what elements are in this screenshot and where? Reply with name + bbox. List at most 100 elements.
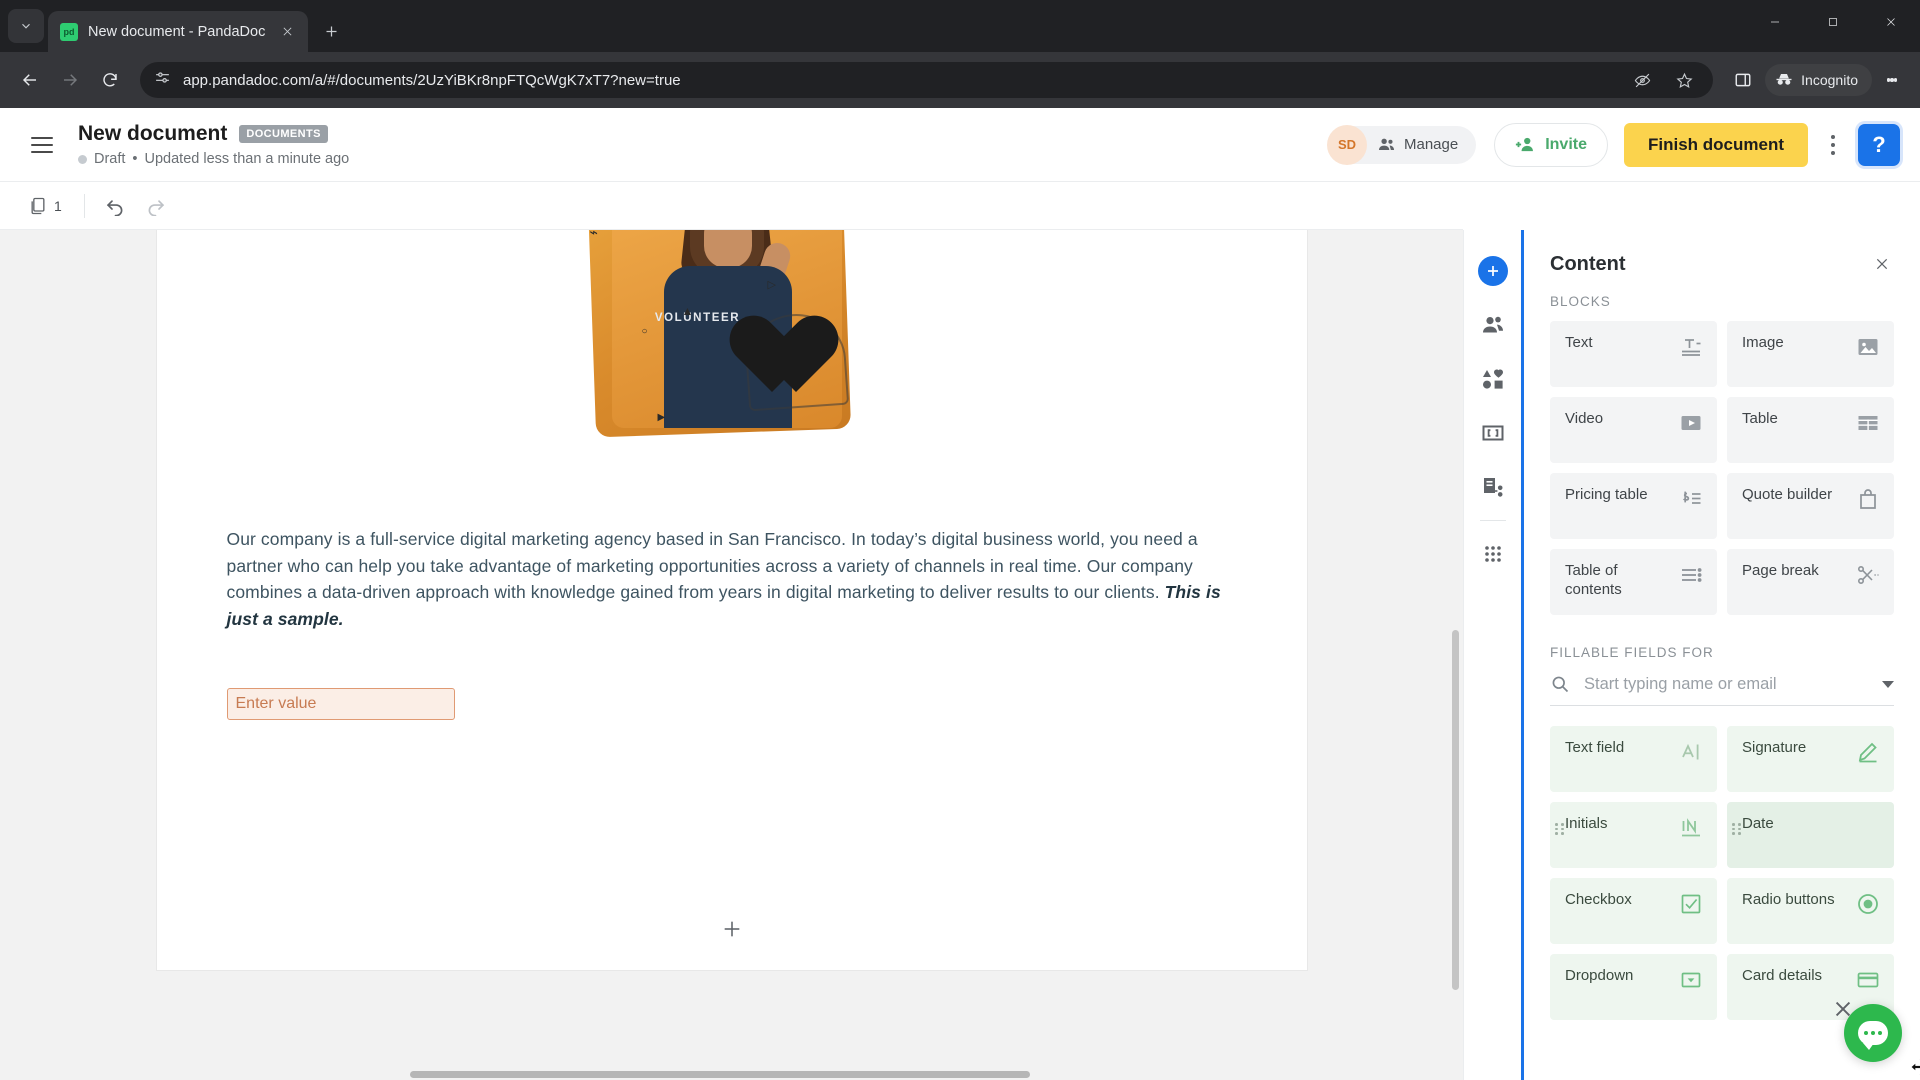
drag-handle-icon[interactable] — [1555, 823, 1564, 835]
reload-button[interactable] — [92, 62, 128, 98]
document-more-menu-button[interactable] — [1816, 123, 1850, 167]
finish-document-button[interactable]: Finish document — [1624, 122, 1808, 167]
field-signature[interactable]: Signature — [1727, 726, 1894, 792]
decor-play-icon: ▲ — [681, 304, 694, 318]
block-label: Text — [1565, 334, 1593, 351]
block-label: Table — [1742, 410, 1778, 427]
minimize-button[interactable] — [1746, 0, 1804, 44]
workflow-icon — [1483, 478, 1502, 497]
horizontal-scrollbar-track[interactable] — [0, 1068, 1463, 1080]
tracking-protection-icon[interactable] — [1627, 65, 1657, 95]
table-icon — [1856, 411, 1880, 435]
rail-item-recipients[interactable] — [1470, 298, 1516, 352]
block-pricing-table[interactable]: Pricing table — [1550, 473, 1717, 539]
rail-item-variables[interactable] — [1470, 406, 1516, 460]
close-icon — [1835, 1001, 1851, 1017]
toolbar-divider — [83, 193, 85, 218]
field-text-field[interactable]: Text field — [1550, 726, 1717, 792]
manage-label: Manage — [1403, 136, 1459, 153]
document-paragraph[interactable]: Our company is a full-service digital ma… — [227, 526, 1237, 632]
pandadoc-favicon: pd — [60, 22, 78, 41]
close-panel-button[interactable] — [1868, 250, 1896, 278]
horizontal-scrollbar-thumb[interactable] — [410, 1071, 1030, 1078]
omnibox[interactable]: app.pandadoc.com/a/#/documents/2UzYiBKr8… — [140, 62, 1714, 98]
field-radio-buttons[interactable]: Radio buttons — [1727, 878, 1894, 944]
maximize-button[interactable] — [1804, 0, 1862, 44]
forward-button[interactable] — [52, 62, 88, 98]
pages-icon — [31, 197, 45, 214]
field-date[interactable]: Date — [1727, 802, 1920, 1075]
block-label: Page break — [1742, 562, 1819, 579]
redo-button[interactable] — [137, 187, 175, 225]
fillable-fields-label: FILLABLE FIELDS FOR — [1550, 645, 1714, 660]
plus-circle-icon — [1477, 256, 1508, 286]
page-title[interactable]: New document — [78, 122, 227, 146]
back-button[interactable] — [12, 62, 48, 98]
add-page-button[interactable] — [717, 914, 747, 944]
vertical-scrollbar[interactable] — [1452, 630, 1459, 990]
document-canvas[interactable]: VOLUNTEER 〰 ⌁ ▷ ▲ ○ ▶ Our company is a f… — [0, 230, 1463, 1080]
tab-search-button[interactable] — [8, 9, 44, 43]
field-label: Card details — [1742, 967, 1823, 984]
browser-tab[interactable]: pd New document - PandaDoc — [48, 11, 308, 52]
add-page-row — [157, 914, 1307, 944]
signature-icon — [1856, 740, 1880, 764]
field-initials[interactable]: Initials — [1550, 802, 1717, 868]
grid-dots-icon — [1484, 546, 1501, 562]
block-quote-builder[interactable]: Quote builder — [1727, 473, 1894, 539]
block-table-of-contents[interactable]: Table of contents — [1550, 549, 1717, 615]
blocks-grid: Text Image Video Table Pricing table Quo… — [1524, 321, 1920, 615]
shapes-icon — [1482, 369, 1503, 389]
site-settings-icon[interactable] — [154, 69, 171, 91]
block-video[interactable]: Video — [1550, 397, 1717, 463]
rail-item-apps[interactable] — [1470, 527, 1516, 581]
pages-button[interactable]: 1 — [24, 192, 72, 220]
text-block-icon — [1679, 335, 1703, 359]
block-label: Pricing table — [1565, 486, 1648, 503]
move-cursor-icon — [1911, 1059, 1920, 1075]
invite-button[interactable]: Invite — [1494, 122, 1608, 167]
paragraph-text: Our company is a full-service digital ma… — [226, 529, 1198, 603]
main-menu-button[interactable] — [22, 125, 62, 165]
block-label: Table of contents — [1565, 562, 1622, 598]
document-page[interactable]: VOLUNTEER 〰 ⌁ ▷ ▲ ○ ▶ Our company is a f… — [156, 230, 1307, 970]
side-panel-button[interactable] — [1725, 62, 1761, 98]
new-tab-button[interactable] — [314, 14, 348, 48]
rail-item-content-library[interactable] — [1470, 352, 1516, 406]
search-input[interactable]: Start typing name or email — [1584, 675, 1868, 694]
rail-item-add-content[interactable] — [1470, 244, 1516, 298]
block-image[interactable]: Image — [1727, 321, 1894, 387]
initials-icon — [1679, 816, 1703, 840]
undo-button[interactable] — [97, 187, 135, 225]
close-window-button[interactable] — [1862, 0, 1920, 44]
recipient-search[interactable]: Start typing name or email — [1550, 674, 1894, 706]
drag-handle-icon[interactable] — [1732, 823, 1741, 835]
content-panel-header: Content — [1524, 230, 1920, 294]
incognito-label: Incognito — [1801, 72, 1858, 88]
field-label: Radio buttons — [1742, 891, 1835, 908]
rail-item-approval-workflow[interactable] — [1470, 460, 1516, 514]
manage-button[interactable]: SD Manage — [1326, 124, 1477, 165]
bookmark-star-icon[interactable] — [1669, 65, 1699, 95]
field-dropdown[interactable]: Dropdown — [1550, 954, 1717, 1020]
block-page-break[interactable]: Page break — [1727, 549, 1894, 615]
chevron-down-icon[interactable] — [1882, 680, 1894, 688]
decor-zigzag-icon: ⌁ — [589, 230, 598, 240]
text-field-icon — [1679, 740, 1703, 764]
enter-value-field[interactable]: Enter value — [226, 688, 455, 721]
document-hero-image[interactable]: VOLUNTEER 〰 ⌁ ▷ ▲ ○ ▶ — [582, 230, 882, 480]
maximize-icon — [1829, 18, 1837, 26]
chat-close-button[interactable] — [1832, 998, 1854, 1020]
browser-menu-button[interactable] — [1876, 64, 1908, 96]
incognito-profile-button[interactable]: Incognito — [1765, 64, 1872, 96]
close-icon — [283, 27, 291, 36]
window-close-icon — [1887, 18, 1895, 26]
browser-address-bar: app.pandadoc.com/a/#/documents/2UzYiBKr8… — [0, 52, 1920, 108]
plus-icon — [724, 921, 739, 937]
status-badge: DOCUMENTS — [239, 125, 328, 143]
close-tab-button[interactable] — [276, 21, 298, 43]
help-button[interactable]: ? — [1858, 123, 1900, 166]
field-checkbox[interactable]: Checkbox — [1550, 878, 1717, 944]
block-table[interactable]: Table — [1727, 397, 1894, 463]
block-text[interactable]: Text — [1550, 321, 1717, 387]
